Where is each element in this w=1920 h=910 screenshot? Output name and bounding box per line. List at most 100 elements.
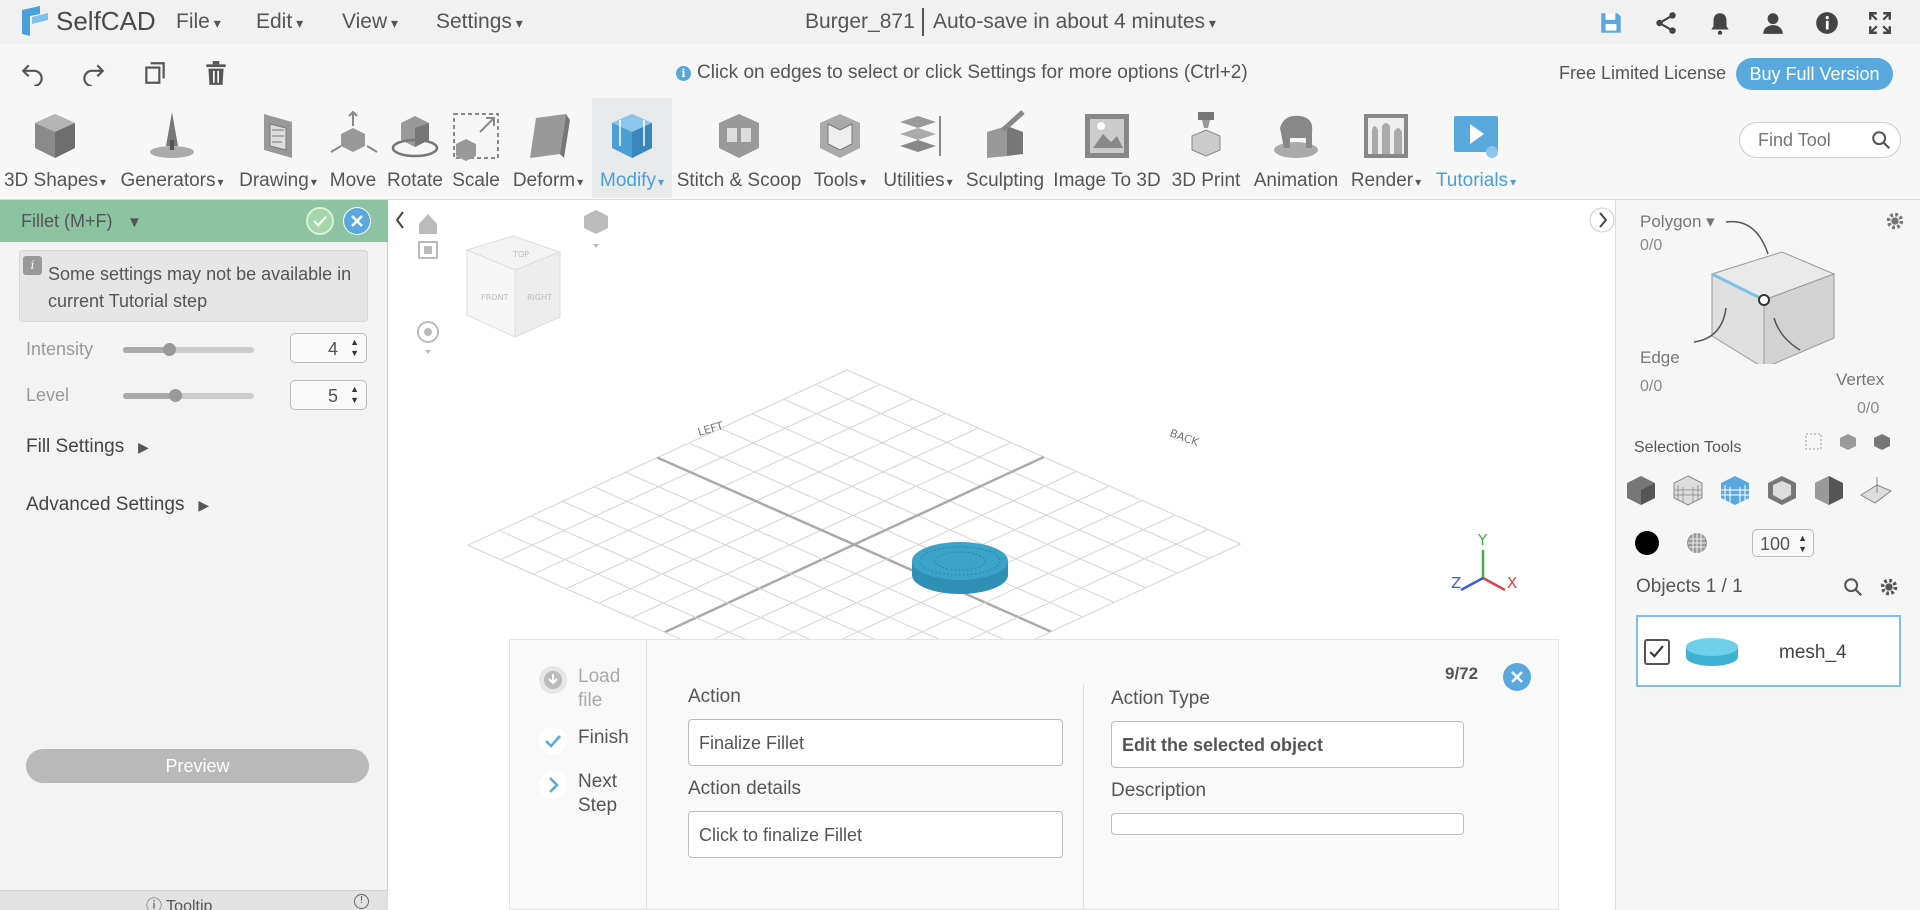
find-tool-search[interactable] [1739, 122, 1901, 158]
user-account-icon[interactable] [1760, 10, 1786, 36]
level-stepper[interactable]: 5 ▲ ▼ [290, 380, 367, 410]
chevron-down-icon[interactable]: ▼ [127, 214, 142, 231]
tool-rotate[interactable]: Rotate [384, 98, 446, 198]
fullscreen-icon[interactable] [1867, 10, 1893, 36]
search-icon[interactable] [1870, 129, 1892, 151]
tooltip-toggle-icon[interactable]: ! [354, 894, 369, 909]
camera-projection-icon[interactable] [584, 210, 608, 248]
menu-settings[interactable]: Settings [436, 10, 523, 34]
half-select-icon[interactable] [1812, 473, 1846, 507]
move-icon [330, 110, 378, 153]
tool-tutorials[interactable]: Tutorials [1428, 98, 1524, 198]
autosave-dropdown[interactable]: Auto-save in about 4 minutes [933, 10, 1216, 34]
menu-edit[interactable]: Edit [256, 10, 303, 34]
tool-scale[interactable]: Scale [448, 98, 504, 198]
intensity-slider[interactable] [123, 343, 254, 356]
tool-animation[interactable]: Animation [1248, 98, 1344, 198]
delete-trash-icon[interactable] [203, 60, 229, 86]
tool-deform[interactable]: Deform [506, 98, 590, 198]
view-cube[interactable]: TOP FRONT RIGHT [465, 235, 562, 338]
box-select-icon[interactable] [1804, 432, 1824, 452]
scale-icon [453, 113, 499, 161]
outline-select-icon[interactable] [1765, 473, 1799, 507]
tool-tools[interactable]: Tools [806, 98, 874, 198]
fit-view-icon[interactable] [418, 241, 438, 259]
stepper-arrows-icon[interactable]: ▲ ▼ [350, 384, 359, 406]
tool-generators[interactable]: Generators [116, 98, 228, 198]
undo-icon[interactable] [20, 60, 46, 86]
action-details-label: Action details [688, 778, 802, 799]
tooltip-bar[interactable]: ⓘ Tooltip ! [0, 890, 388, 910]
advanced-settings-toggle[interactable]: Advanced Settings [26, 494, 209, 516]
tutorial-step-counter: 9/72 [1445, 664, 1479, 683]
step-finish[interactable]: Finish [538, 726, 638, 756]
grid-select-icon[interactable] [1718, 473, 1752, 507]
close-icon[interactable] [1503, 663, 1531, 691]
notification-bell-icon[interactable] [1707, 10, 1733, 36]
home-view-icon[interactable] [419, 214, 437, 234]
hint-text: Click on edges to select or click Settin… [697, 62, 1248, 83]
confirm-check-icon[interactable] [306, 207, 334, 235]
objects-count-label: Objects 1 / 1 [1636, 576, 1743, 597]
tool-3d-shapes[interactable]: 3D Shapes [0, 98, 110, 198]
step-next[interactable]: Next Step [538, 770, 638, 818]
save-icon[interactable] [1598, 10, 1624, 36]
buy-full-version-button[interactable]: Buy Full Version [1736, 58, 1893, 90]
find-tool-input[interactable] [1758, 130, 1868, 151]
wireframe-select-icon[interactable] [1671, 473, 1705, 507]
tool-image-to-3d[interactable]: Image To 3D [1050, 98, 1164, 198]
document-title[interactable]: Burger_871 [805, 10, 915, 34]
level-slider-thumb[interactable] [169, 389, 183, 402]
object-name: mesh_4 [1779, 642, 1847, 663]
mesh-object[interactable] [912, 542, 1008, 594]
intensity-slider-thumb[interactable] [162, 343, 176, 356]
share-icon[interactable] [1653, 10, 1679, 36]
copy-icon[interactable] [142, 60, 168, 86]
menu-file[interactable]: File [176, 10, 221, 34]
tool-sculpting[interactable]: Sculpting [962, 98, 1048, 198]
step-load-file[interactable]: Load file [538, 665, 638, 713]
preview-button[interactable]: Preview [26, 749, 369, 783]
stepper-arrows-icon[interactable]: ▲ ▼ [1798, 533, 1807, 555]
polygon-count: 0/0 [1640, 237, 1663, 254]
opacity-stepper[interactable]: 100 ▲ ▼ [1752, 529, 1814, 557]
orbit-view-icon[interactable] [417, 321, 439, 354]
intensity-stepper[interactable]: 4 ▲ ▼ [290, 333, 367, 363]
tool-drawing[interactable]: Drawing [234, 98, 322, 198]
fill-settings-toggle[interactable]: Fill Settings [26, 436, 149, 458]
tool-stitch-and-scoop[interactable]: Stitch & Scoop [674, 98, 804, 198]
selfcad-logo[interactable]: SelfCAD [18, 4, 156, 38]
close-icon[interactable] [343, 207, 371, 235]
stepper-arrows-icon[interactable]: ▲ ▼ [350, 337, 359, 359]
select-invert-icon[interactable] [1872, 432, 1892, 452]
tool-modify[interactable]: Modify [592, 98, 672, 198]
redo-icon[interactable] [80, 60, 106, 86]
level-slider[interactable] [123, 389, 254, 402]
selection-mode-diagram[interactable] [1676, 214, 1846, 364]
color-picker-swatch[interactable] [1635, 531, 1659, 555]
menu-view[interactable]: View [342, 10, 398, 34]
select-all-icon[interactable] [1838, 432, 1858, 452]
tool-render[interactable]: Render [1346, 98, 1426, 198]
texture-pattern-icon[interactable] [1685, 531, 1709, 555]
tool-move[interactable]: Move [324, 98, 382, 198]
sculpting-icon [987, 110, 1025, 158]
object-visibility-checkbox[interactable] [1644, 639, 1670, 665]
check-icon [539, 727, 567, 755]
tutorials-icon [1454, 116, 1498, 158]
logo-text: SelfCAD [56, 5, 156, 36]
plane-select-icon[interactable] [1859, 473, 1893, 507]
object-list-item[interactable]: mesh_4 [1636, 615, 1901, 687]
settings-gear-icon[interactable] [1878, 576, 1900, 598]
solid-select-icon[interactable] [1624, 473, 1658, 507]
search-icon[interactable] [1842, 576, 1864, 598]
vertex-count: 0/0 [1857, 400, 1880, 417]
selfcad-logo-icon [22, 6, 48, 36]
tool-utilities[interactable]: Utilities [876, 98, 960, 198]
tutorial-dialog: Load file Finish Next Step Action Finali… [509, 639, 1559, 910]
fillet-panel-title: Fillet (M+F) [21, 211, 113, 231]
settings-gear-icon[interactable] [1884, 210, 1906, 232]
tool-3d-print[interactable]: 3D Print [1166, 98, 1246, 198]
help-info-icon[interactable] [1814, 10, 1840, 36]
object-thumbnail [1686, 638, 1738, 666]
